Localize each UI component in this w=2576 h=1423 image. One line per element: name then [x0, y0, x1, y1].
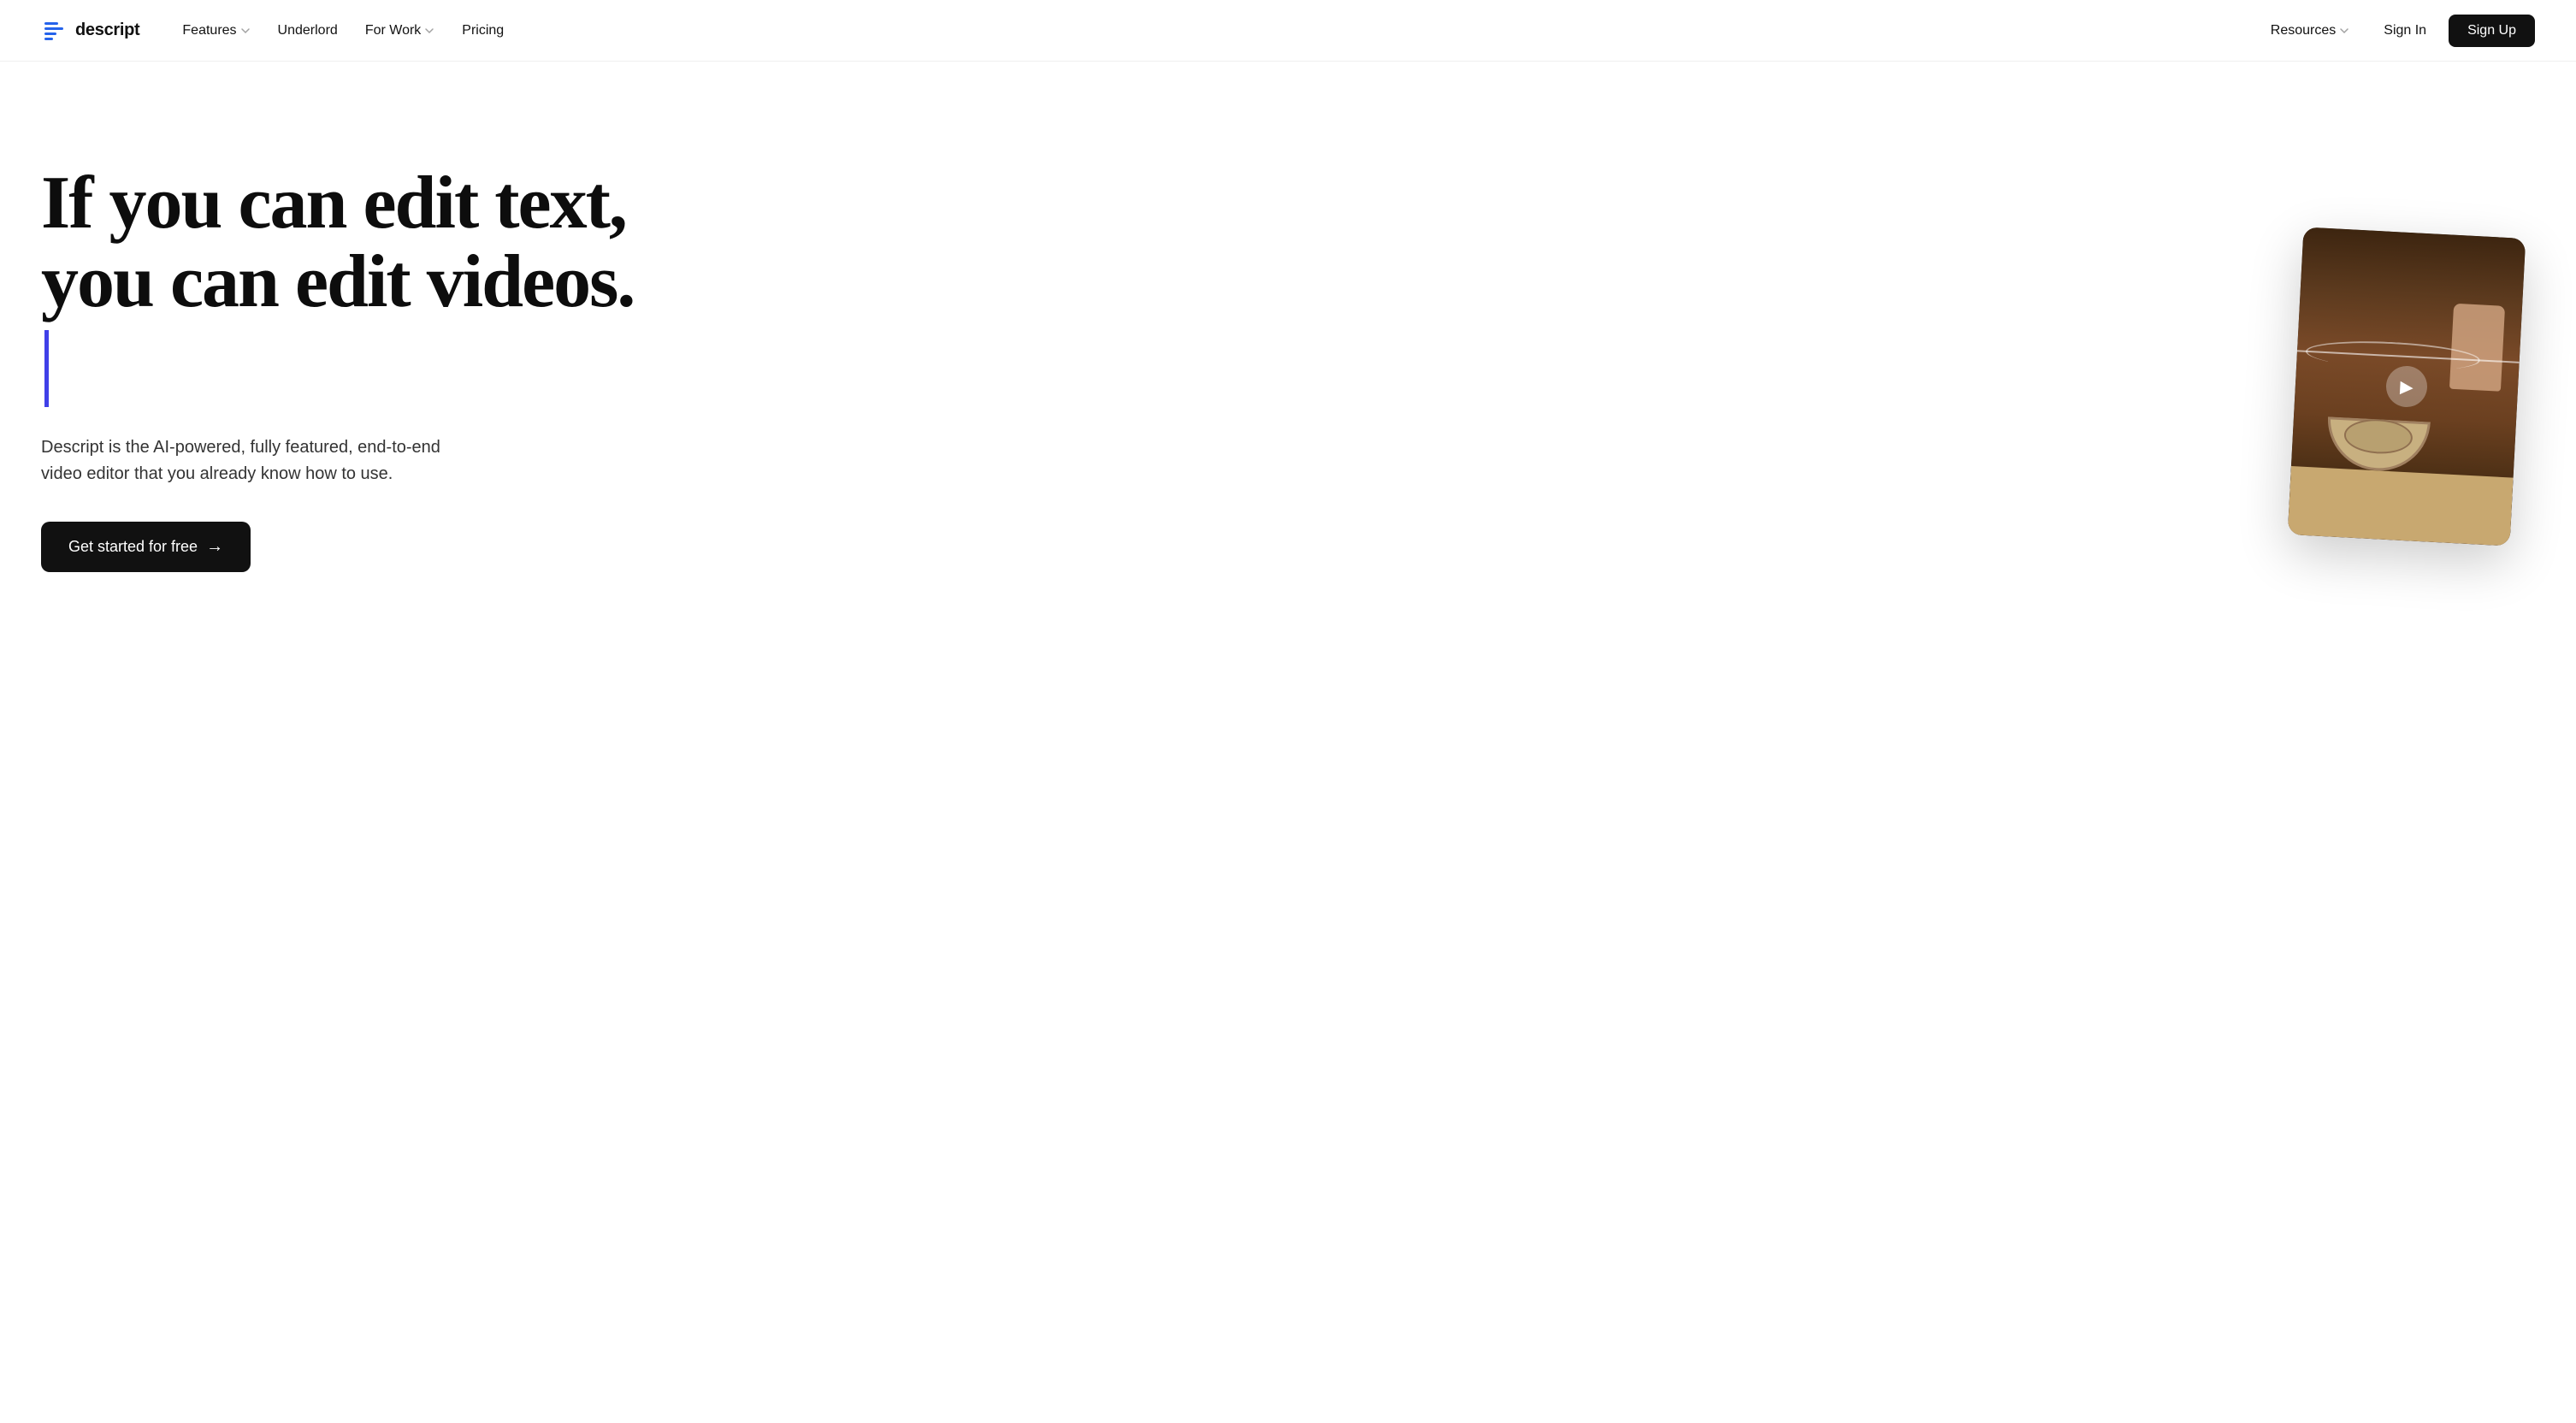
counter-shape [2288, 466, 2514, 546]
hand-shape [2449, 304, 2505, 392]
hero-section: If you can edit text, you can edit video… [0, 62, 2576, 1423]
sign-up-button[interactable]: Sign Up [2449, 15, 2535, 47]
hero-title: If you can edit text, you can edit video… [41, 164, 640, 407]
resources-chevron-icon [2339, 26, 2349, 36]
nav-right: Resources Sign In Sign Up [2259, 15, 2535, 47]
nav-pricing[interactable]: Pricing [450, 16, 516, 45]
hero-subtitle: Descript is the AI-powered, fully featur… [41, 434, 486, 487]
nav-left: descript Features Underlord For Work Pri… [41, 16, 516, 45]
arrow-icon: → [206, 537, 223, 557]
video-card-inner: ▶ [2288, 227, 2526, 546]
text-cursor [44, 330, 49, 407]
hero-visual: ▶ [2295, 233, 2535, 540]
navbar: descript Features Underlord For Work Pri… [0, 0, 2576, 62]
nav-features[interactable]: Features [170, 16, 262, 45]
logo[interactable]: descript [41, 17, 139, 44]
hero-content: If you can edit text, you can edit video… [41, 130, 640, 572]
logo-text: descript [75, 21, 139, 40]
nav-resources[interactable]: Resources [2259, 16, 2361, 45]
cta-button[interactable]: Get started for free → [41, 522, 251, 572]
nav-links: Features Underlord For Work Pricing [170, 16, 516, 45]
video-preview-card[interactable]: ▶ [2288, 227, 2526, 546]
for-work-chevron-icon [424, 26, 434, 36]
nav-for-work[interactable]: For Work [353, 16, 446, 45]
sign-in-button[interactable]: Sign In [2368, 16, 2442, 45]
nav-underlord[interactable]: Underlord [266, 16, 350, 45]
logo-icon [41, 17, 68, 44]
features-chevron-icon [240, 26, 251, 36]
